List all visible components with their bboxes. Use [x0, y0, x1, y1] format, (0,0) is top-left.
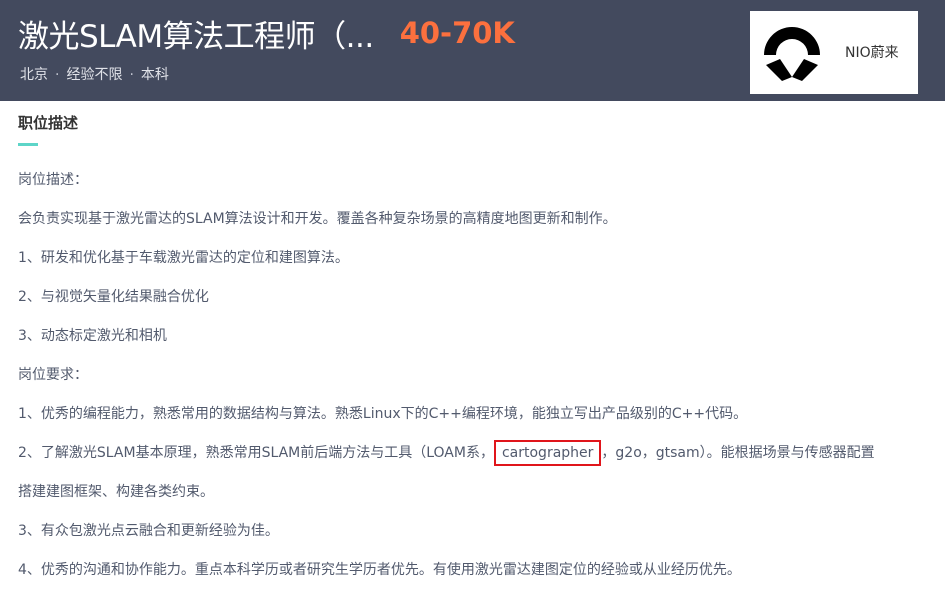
desc-line: 4、优秀的沟通和协作能力。重点本科学历或者研究生学历者优先。有使用激光雷达建图定… — [18, 562, 741, 578]
desc-line: 1、优秀的编程能力，熟悉常用的数据结构与算法。熟悉Linux下的C++编程环境，… — [18, 406, 748, 422]
job-description: 岗位描述： 会负责实现基于激光雷达的SLAM算法设计和开发。覆盖各种复杂场景的高… — [18, 166, 933, 595]
desc-line: 2、与视觉矢量化结果融合优化 — [18, 289, 209, 305]
company-name[interactable]: NIO蔚来 — [845, 42, 899, 62]
section-underline — [18, 143, 38, 146]
desc-line: 搭建建图框架、构建各类约束。 — [18, 484, 214, 500]
job-title: 激光SLAM算法工程师（... — [18, 18, 374, 55]
meta-separator: · — [55, 67, 60, 83]
job-meta: 北京 · 经验不限 · 本科 — [20, 64, 169, 84]
education: 本科 — [140, 67, 169, 83]
desc-line: 3、有众包激光点云融合和更新经验为佳。 — [18, 523, 279, 539]
desc-line: 3、动态标定激光和相机 — [18, 328, 167, 344]
desc-line: 岗位描述： — [18, 172, 88, 188]
desc-line: 1、研发和优化基于车载激光雷达的定位和建图算法。 — [18, 250, 349, 266]
company-card[interactable]: NIO蔚来 — [750, 11, 918, 94]
desc-line-highlighted: 2、了解激光SLAM基本原理，熟悉常用SLAM前后端方法与工具（LOAM系， ca… — [18, 439, 933, 478]
salary: 40-70K — [399, 16, 515, 50]
experience: 经验不限 — [66, 67, 123, 83]
nio-logo-icon — [760, 21, 824, 83]
title-row: 激光SLAM算法工程师（... 40-70K — [18, 10, 515, 56]
job-header: 激光SLAM算法工程师（... 40-70K 北京 · 经验不限 · 本科 NIO蔚来 — [0, 0, 945, 101]
desc-line: 岗位要求： — [18, 367, 88, 383]
desc-line: 会负责实现基于激光雷达的SLAM算法设计和开发。覆盖各种复杂场景的高精度地图更新… — [18, 211, 617, 227]
highlighted-keyword: cartographer — [493, 440, 602, 466]
city: 北京 — [20, 67, 48, 83]
section-title: 职位描述 — [18, 114, 79, 132]
desc-text: 2、了解激光SLAM基本原理，熟悉常用SLAM前后端方法与工具（LOAM系， — [18, 445, 494, 461]
desc-text: ，g2o，gtsam）。能根据场景与传感器配置 — [601, 445, 875, 461]
meta-separator: · — [129, 67, 134, 83]
